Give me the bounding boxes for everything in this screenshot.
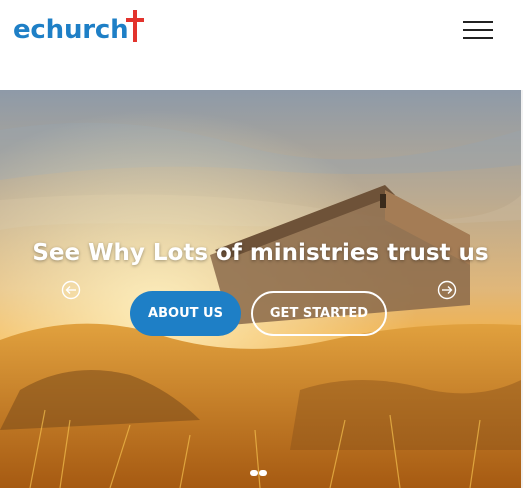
cross-icon — [126, 10, 145, 42]
arrow-left-circle-icon[interactable] — [61, 280, 81, 300]
page-bottom — [0, 488, 523, 492]
site-header: echurch — [0, 0, 523, 90]
hamburger-menu-icon[interactable] — [460, 18, 496, 42]
logo-text: echurch — [13, 15, 129, 45]
arrow-right-circle-icon[interactable] — [437, 280, 457, 300]
about-us-button[interactable]: ABOUT US — [130, 291, 241, 336]
slider-dots — [250, 463, 268, 481]
logo[interactable]: echurch — [13, 10, 145, 46]
hero-headline: See Why Lots of ministries trust us — [32, 240, 489, 266]
slider-dot[interactable] — [250, 470, 258, 476]
hero-slider: See Why Lots of ministries trust us ABOU… — [0, 90, 521, 488]
get-started-button[interactable]: GET STARTED — [251, 291, 387, 336]
slider-dot[interactable] — [259, 470, 267, 476]
